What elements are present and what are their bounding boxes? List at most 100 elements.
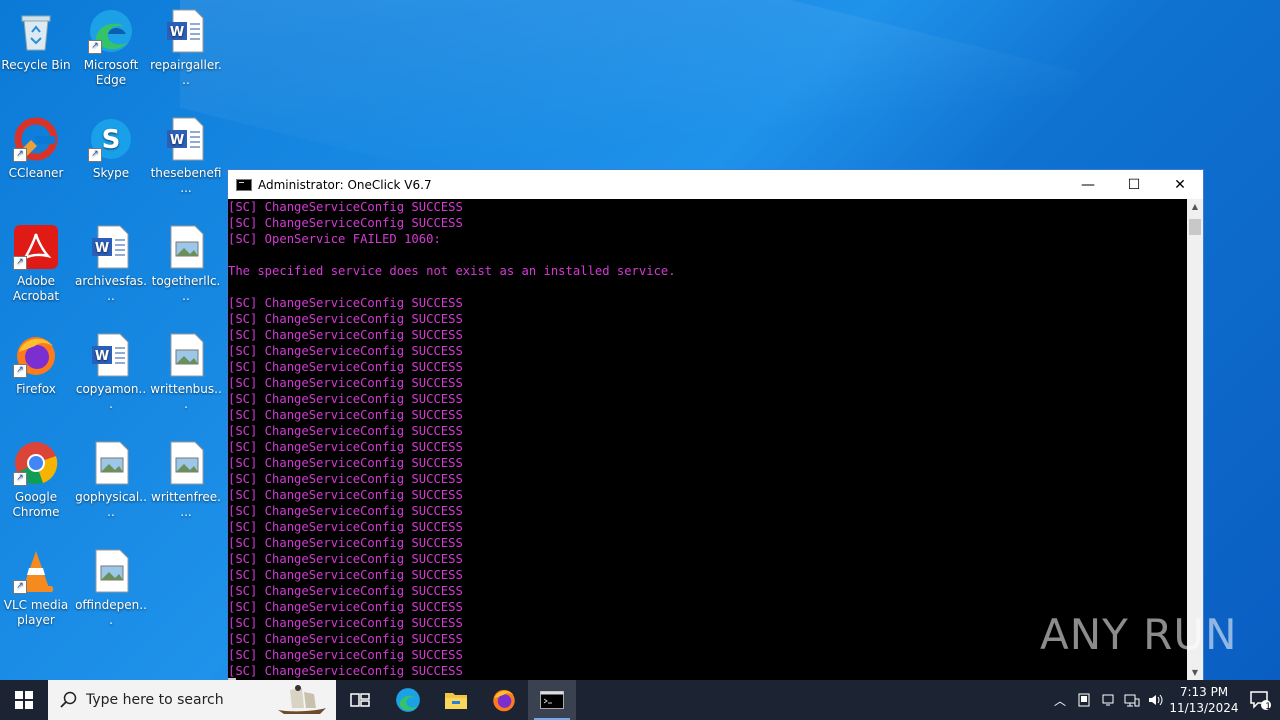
notification-center-button[interactable]: 1 [1240, 680, 1280, 720]
icon-label: Adobe Acrobat [12, 274, 60, 303]
console-line: [SC] ChangeServiceConfig SUCCESS [228, 296, 463, 310]
edge-icon [396, 688, 420, 712]
console-line: [SC] ChangeServiceConfig SUCCESS [228, 376, 463, 390]
desktop-icon-ccleaner[interactable]: ↗ CCleaner [0, 116, 72, 181]
desktop-icon-offindepen[interactable]: offindepen... [75, 548, 147, 628]
window-title: Administrator: OneClick V6.7 [258, 177, 432, 192]
word-document-icon: W [88, 332, 134, 378]
desktop-icon-recycle-bin[interactable]: Recycle Bin [0, 8, 72, 73]
console-output[interactable]: [SC] ChangeServiceConfig SUCCESS [SC] Cha… [228, 199, 1188, 680]
system-tray: ︿ 7:13 PM 11/13/2024 1 [1048, 680, 1280, 720]
console-line: [SC] ChangeServiceConfig SUCCESS [228, 664, 463, 678]
console-app-icon [236, 178, 252, 191]
console-line: [SC] ChangeServiceConfig SUCCESS [228, 552, 463, 566]
desktop-icon-adobe-acrobat[interactable]: ↗ Adobe Acrobat [0, 224, 72, 304]
desktop-icon-skype[interactable]: S ↗ Skype [75, 116, 147, 181]
window-titlebar[interactable]: Administrator: OneClick V6.7 — ☐ ✕ [228, 170, 1203, 199]
word-document-icon: W [88, 224, 134, 270]
shortcut-arrow-icon: ↗ [13, 364, 27, 378]
desktop-icon-archivesfas[interactable]: W archivesfas... [75, 224, 147, 304]
console-line: [SC] ChangeServiceConfig SUCCESS [228, 408, 463, 422]
console-line: [SC] ChangeServiceConfig SUCCESS [228, 216, 463, 230]
taskbar-edge[interactable] [384, 680, 432, 720]
icon-label: writtenbus... [150, 382, 222, 411]
task-view-button[interactable] [336, 680, 384, 720]
adobe-acrobat-icon: ↗ [13, 224, 59, 270]
clock-time: 7:13 PM [1179, 685, 1229, 699]
taskbar: Type here to search ︿ 7:13 PM 11/13/2024 [0, 680, 1280, 720]
desktop-icon-togetherllc[interactable]: togetherllc... [150, 224, 222, 304]
google-chrome-icon: ↗ [13, 440, 59, 486]
network-icon[interactable] [1120, 680, 1144, 720]
vertical-scrollbar[interactable]: ▲ ▼ [1187, 199, 1203, 680]
icon-label: Firefox [16, 382, 56, 396]
taskbar-console[interactable] [528, 680, 576, 720]
console-line: [SC] ChangeServiceConfig SUCCESS [228, 392, 463, 406]
word-document-icon: W [163, 116, 209, 162]
icon-label: togetherllc... [151, 274, 221, 303]
desktop-icon-firefox[interactable]: ↗ Firefox [0, 332, 72, 397]
console-window[interactable]: Administrator: OneClick V6.7 — ☐ ✕ [SC] … [227, 169, 1204, 680]
firefox-icon: ↗ [13, 332, 59, 378]
tablet-icon[interactable] [1072, 680, 1096, 720]
search-icon [60, 691, 77, 708]
shortcut-arrow-icon: ↗ [13, 256, 27, 270]
minimize-button[interactable]: — [1065, 170, 1111, 199]
device-icon[interactable] [1096, 680, 1120, 720]
shortcut-arrow-icon: ↗ [13, 580, 27, 594]
search-placeholder: Type here to search [86, 692, 224, 708]
taskbar-file-explorer[interactable] [432, 680, 480, 720]
desktop-icon-vlc[interactable]: ↗ VLC media player [0, 548, 72, 628]
desktop-icon-writtenbus[interactable]: writtenbus... [150, 332, 222, 412]
desktop-icon-microsoft-edge[interactable]: ↗ Microsoft Edge [75, 8, 147, 88]
taskbar-firefox[interactable] [480, 680, 528, 720]
desktop-icon-thesebenefi[interactable]: W thesebenefi... [150, 116, 222, 196]
ccleaner-icon: ↗ [13, 116, 59, 162]
clock-date: 11/13/2024 [1169, 701, 1239, 715]
scroll-down-icon[interactable]: ▼ [1187, 665, 1203, 680]
task-view-icon [350, 693, 370, 707]
icon-label: Microsoft Edge [83, 58, 139, 87]
image-file-icon [163, 224, 209, 270]
console-line: [SC] ChangeServiceConfig SUCCESS [228, 520, 463, 534]
notification-count: 1 [1265, 702, 1271, 712]
svg-text:S: S [102, 125, 121, 155]
maximize-button[interactable]: ☐ [1111, 170, 1157, 199]
desktop-icon-google-chrome[interactable]: ↗ Google Chrome [0, 440, 72, 520]
folder-icon [445, 693, 467, 709]
console-icon [540, 691, 564, 709]
image-file-icon [88, 440, 134, 486]
close-button[interactable]: ✕ [1157, 170, 1203, 199]
icon-label: thesebenefi... [150, 166, 222, 195]
shortcut-arrow-icon: ↗ [88, 148, 102, 162]
icon-label: Google Chrome [12, 490, 60, 519]
window-controls: — ☐ ✕ [1065, 170, 1203, 199]
desktop-icon-gophysical[interactable]: gophysical.... [75, 440, 147, 520]
shortcut-arrow-icon: ↗ [13, 148, 27, 162]
icon-label: offindepen... [75, 598, 147, 627]
scrollbar-thumb[interactable] [1189, 219, 1201, 235]
start-button[interactable] [0, 680, 48, 720]
scroll-up-icon[interactable]: ▲ [1187, 199, 1203, 215]
volume-icon[interactable] [1144, 680, 1168, 720]
console-line: [SC] ChangeServiceConfig SUCCESS [228, 584, 463, 598]
console-line: [SC] ChangeServiceConfig SUCCESS [228, 200, 463, 214]
clock[interactable]: 7:13 PM 11/13/2024 [1168, 684, 1240, 716]
icon-label: repairgaller... [150, 58, 222, 87]
console-line: The specified service does not exist as … [228, 264, 676, 278]
taskbar-search-box[interactable]: Type here to search [48, 680, 336, 720]
firefox-icon [493, 689, 515, 712]
desktop-icon-repairgaller[interactable]: W repairgaller... [150, 8, 222, 88]
skype-icon: S ↗ [88, 116, 134, 162]
desktop-icon-writtenfree[interactable]: writtenfree.... [150, 440, 222, 520]
chevron-up-icon[interactable]: ︿ [1048, 680, 1072, 720]
desktop-icon-copyamon[interactable]: W copyamon... [75, 332, 147, 412]
search-highlight-icon [278, 685, 326, 714]
icon-label: copyamon... [75, 382, 147, 411]
console-line: [SC] ChangeServiceConfig SUCCESS [228, 456, 463, 470]
desktop: Recycle Bin ↗ CCleaner ↗ Adobe Acrobat ↗… [0, 0, 1280, 680]
console-line: [SC] ChangeServiceConfig SUCCESS [228, 440, 463, 454]
icon-label: Recycle Bin [1, 58, 71, 72]
